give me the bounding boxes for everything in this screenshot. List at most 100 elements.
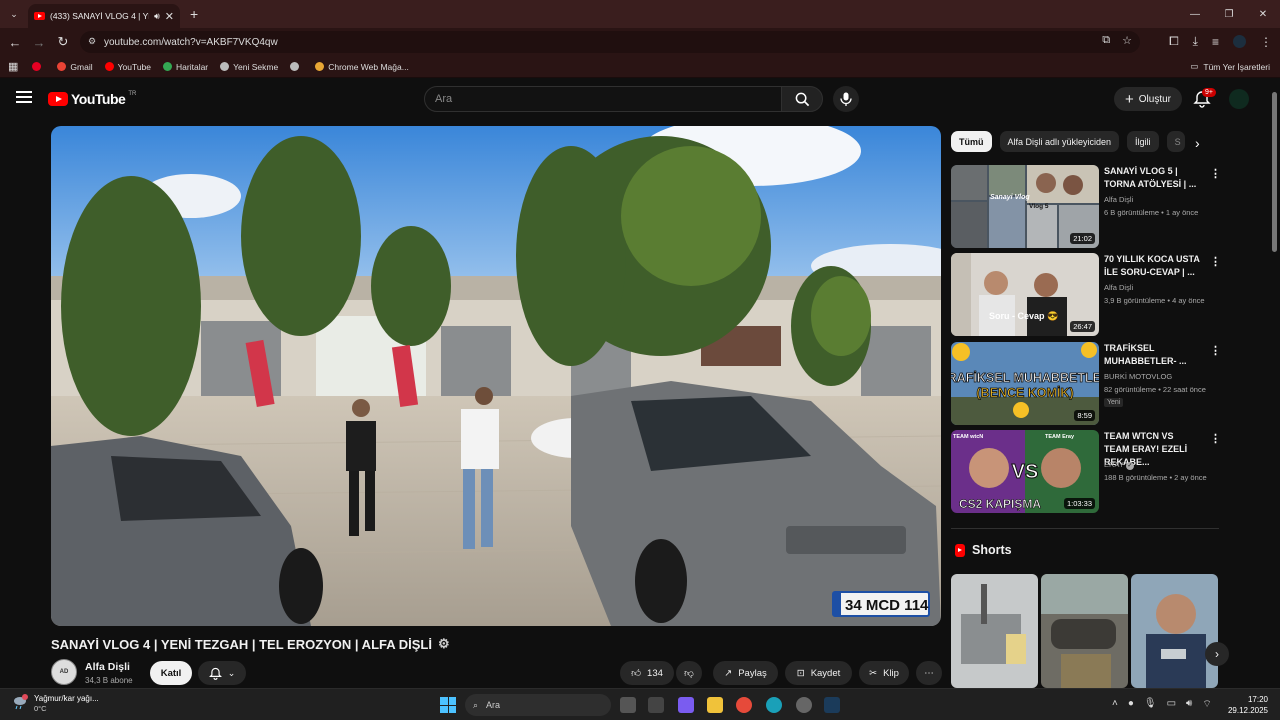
short-thumbnail[interactable] <box>1041 574 1128 688</box>
video-thumbnail[interactable]: Sanayi Vlog Vlog 5 21:02 <box>951 165 1099 248</box>
taskbar-search[interactable]: ⌕ Ara <box>465 694 611 716</box>
recommendation-channel[interactable]: Alfa Dişli <box>1104 283 1133 292</box>
recommendation-channel[interactable]: ERAY ✓ <box>1104 460 1134 470</box>
chip-more[interactable]: S <box>1166 131 1185 152</box>
new-tab-button[interactable]: + <box>190 6 198 22</box>
site-info-icon[interactable]: ⚙ <box>88 36 96 47</box>
task-view-icon[interactable] <box>620 697 636 713</box>
more-actions-button[interactable]: ⋯ <box>916 661 942 685</box>
more-vertical-icon[interactable]: ⋮ <box>1210 344 1221 357</box>
recommendation-item[interactable]: Soru - Cevap 😎 26:47 70 YILLIK KOCA USTA… <box>951 253 1221 337</box>
bookmark-pinterest[interactable] <box>32 62 45 71</box>
steam-icon[interactable] <box>824 697 840 713</box>
profile-avatar[interactable] <box>1233 35 1246 48</box>
share-button[interactable]: ↗ Paylaş <box>713 661 778 685</box>
weather-widget[interactable]: Yağmur/kar yağı... 0°C <box>12 694 99 713</box>
svg-text:TEAM Eray: TEAM Eray <box>1045 434 1075 440</box>
chevron-up-icon[interactable]: ˄ <box>1112 698 1118 711</box>
close-tab-icon[interactable]: ✕ <box>165 10 174 23</box>
back-button[interactable]: ← <box>3 35 27 50</box>
url-text: youtube.com/watch?v=AKBF7VKQ4qw <box>104 36 278 48</box>
microphone-tray-icon[interactable]: 🎙︎ <box>1144 698 1157 711</box>
channel-name[interactable]: Alfa Dişli <box>85 661 130 673</box>
create-button[interactable]: + Oluştur <box>1114 87 1182 111</box>
join-button[interactable]: Katıl <box>150 661 192 685</box>
chip-all[interactable]: Tümü <box>951 131 992 152</box>
chip-related[interactable]: İlgili <box>1127 131 1159 152</box>
bookmark-maps[interactable]: Haritalar <box>163 62 208 72</box>
channel-avatar[interactable]: AD <box>51 659 77 685</box>
store-icon[interactable] <box>648 697 664 713</box>
chevron-right-icon[interactable]: › <box>1195 135 1200 151</box>
recommendation-title[interactable]: 70 YILLIK KOCA USTA İLE SORU-CEVAP | ... <box>1104 253 1200 279</box>
recommendation-item[interactable]: TEAM wtcN TEAM Eray VS CS2 KAPIŞMA 1:03:… <box>951 430 1221 514</box>
tray-app-icon[interactable]: ● <box>1128 698 1134 711</box>
bookmark-gmail[interactable]: Gmail <box>57 62 93 72</box>
bookmark-chrome-web-store[interactable]: Chrome Web Mağa... <box>315 62 409 72</box>
copilot-icon[interactable] <box>678 697 694 713</box>
video-player[interactable]: 34 MCD 114 <box>51 126 941 626</box>
dislike-button[interactable]: 👎︎ <box>676 661 702 685</box>
youtube-logo[interactable]: YouTube TR <box>48 91 136 107</box>
voice-search-button[interactable] <box>833 86 859 112</box>
browser-tab-active[interactable]: (433) SANAYİ VLOG 4 | YENİ 🔊︎ ✕ <box>28 4 180 28</box>
audio-icon[interactable]: 🔊︎ <box>154 11 160 22</box>
forward-button[interactable]: → <box>27 35 51 50</box>
network-icon[interactable]: ⌔ <box>1202 698 1211 711</box>
video-thumbnail[interactable]: TEAM wtcN TEAM Eray VS CS2 KAPIŞMA 1:03:… <box>951 430 1099 513</box>
search-button[interactable] <box>781 86 823 112</box>
file-explorer-icon[interactable] <box>707 697 723 713</box>
extensions-icon[interactable]: ⧠ <box>1169 34 1179 49</box>
like-count: 134 <box>647 667 663 679</box>
apps-grid-icon[interactable]: ▦ <box>8 60 18 73</box>
settings-icon[interactable] <box>796 697 812 713</box>
bookmark-star-icon[interactable]: ☆ <box>1122 34 1132 47</box>
video-thumbnail[interactable]: Soru - Cevap 😎 26:47 <box>951 253 1099 336</box>
downloads-icon[interactable]: ⤓ <box>1193 34 1198 49</box>
recommendation-channel[interactable]: Alfa Dişli <box>1104 195 1133 204</box>
install-app-icon[interactable]: ⧉ <box>1102 34 1110 47</box>
address-bar[interactable]: ⚙ youtube.com/watch?v=AKBF7VKQ4qw ⧉ ☆ <box>80 31 1140 53</box>
volume-icon[interactable]: 🔊︎ <box>1186 698 1192 711</box>
more-vertical-icon[interactable]: ⋮ <box>1210 432 1221 445</box>
scrollbar-thumb[interactable] <box>1272 92 1277 252</box>
recommendation-item[interactable]: Sanayi Vlog Vlog 5 21:02 SANAYİ VLOG 5 |… <box>951 165 1221 249</box>
chip-from-uploader[interactable]: Alfa Dişli adlı yükleyiciden <box>999 131 1120 152</box>
save-button[interactable]: ⊡ Kaydet <box>785 661 852 685</box>
recommendation-title[interactable]: TRAFİKSEL MUHABBETLER- ... <box>1104 342 1200 368</box>
media-control-icon[interactable]: ≡ <box>1212 35 1219 49</box>
close-window-button[interactable]: ✕ <box>1246 0 1280 28</box>
subscription-bell-button[interactable]: ⌄ <box>198 661 246 685</box>
short-thumbnail[interactable] <box>1131 574 1218 688</box>
chrome-icon[interactable] <box>736 697 752 713</box>
chrome-menu-icon[interactable]: ⋮ <box>1260 35 1272 49</box>
taskbar-clock[interactable]: 17:20 29.12.2025 <box>1226 694 1268 716</box>
like-button[interactable]: 👍︎ 134 <box>620 661 674 685</box>
more-vertical-icon[interactable]: ⋮ <box>1210 255 1221 268</box>
menu-icon[interactable] <box>16 91 32 106</box>
search-input[interactable]: Ara <box>424 86 782 112</box>
tab-search-button[interactable]: ⌄ <box>0 0 28 28</box>
windows-start-icon[interactable] <box>440 697 456 713</box>
video-duration: 21:02 <box>1070 233 1095 244</box>
video-thumbnail[interactable]: TRAFİKSEL MUHABBETLER (BENCE KOMİK) 8:59 <box>951 342 1099 425</box>
more-vertical-icon[interactable]: ⋮ <box>1210 167 1221 180</box>
account-avatar[interactable] <box>1229 89 1249 109</box>
clip-button[interactable]: ✂ Klip <box>859 661 909 685</box>
recommendation-title[interactable]: SANAYİ VLOG 5 | TORNA ATÖLYESİ | ... <box>1104 165 1200 191</box>
short-thumbnail[interactable] <box>951 574 1038 688</box>
recommendation-channel[interactable]: BURKİ MOTOVLOG <box>1104 372 1172 381</box>
recommendation-item[interactable]: TRAFİKSEL MUHABBETLER (BENCE KOMİK) 8:59… <box>951 342 1221 426</box>
bookmark-new-tab[interactable]: Yeni Sekme <box>220 62 278 72</box>
minimize-button[interactable]: — <box>1178 0 1212 28</box>
all-bookmarks[interactable]: ▭ Tüm Yer İşaretleri <box>1190 61 1270 72</box>
display-icon[interactable]: ▭ <box>1167 698 1176 711</box>
bookmark-youtube[interactable]: YouTube <box>104 62 151 72</box>
microphone-icon <box>840 92 852 106</box>
edge-icon[interactable] <box>766 697 782 713</box>
page-scrollbar[interactable] <box>1270 80 1280 688</box>
bookmark-globe[interactable] <box>290 62 303 71</box>
restore-button[interactable]: ❐ <box>1212 0 1246 28</box>
reload-button[interactable]: ↻ <box>51 34 75 50</box>
shorts-next-button[interactable]: › <box>1205 642 1229 666</box>
